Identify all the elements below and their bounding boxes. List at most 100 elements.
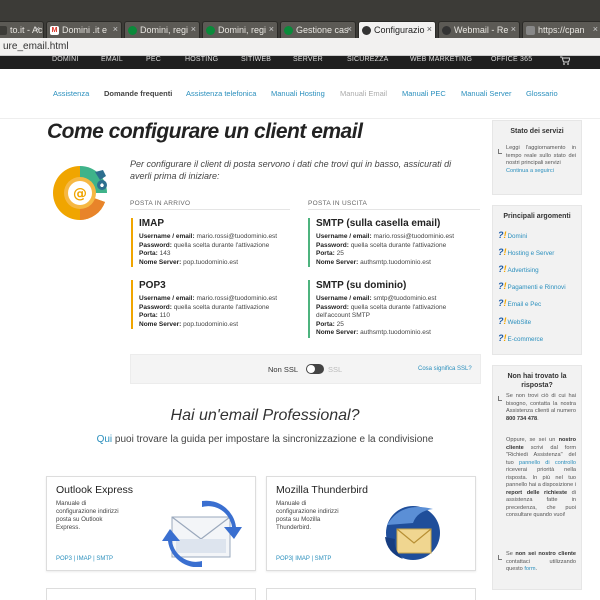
browser-tab-4[interactable]: Gestione cas × (280, 21, 356, 38)
close-icon[interactable]: × (427, 24, 432, 34)
browser-tab-bar: to.it - Ac × M Domini .it e × Domini, re… (0, 0, 600, 39)
main-topics-box: Principali argomenti ?!Domini ?!Hosting … (492, 205, 582, 355)
topic-hosting-server[interactable]: ?!Hosting e Server (498, 247, 554, 257)
subnav-glossario[interactable]: Glossario (526, 89, 558, 98)
subnav-manuali-hosting[interactable]: Manuali Hosting (271, 89, 325, 98)
continua-link[interactable]: Continua a seguirci (506, 168, 554, 174)
close-icon[interactable]: × (511, 24, 516, 34)
main-topics-title: Principali argomenti (503, 213, 571, 220)
svg-text:@: @ (73, 186, 87, 202)
card-links[interactable]: POP3| IMAP | SMTP (276, 556, 331, 562)
card-title: Mozilla Thunderbird (276, 484, 369, 496)
topic-email-pec[interactable]: ?!Email e Pec (498, 298, 541, 308)
card-description: Manuale di configurazione indirizzi post… (276, 500, 339, 531)
pop3-port-row: Porta: 110 (139, 312, 170, 319)
subnav-domande-frequenti[interactable]: Domande frequenti (104, 89, 172, 98)
browser-tab-7[interactable]: https://cpan × (522, 21, 600, 38)
outgoing-heading: POSTA IN USCITA (308, 200, 368, 207)
nav-sicurezza[interactable]: SICUREZZA (347, 56, 388, 63)
browser-tab-2[interactable]: Domini, regi × (124, 21, 200, 38)
divider (308, 209, 480, 210)
close-icon[interactable]: × (593, 24, 598, 34)
service-status-box: Stato dei servizi Leggi l'aggiornamento … (492, 120, 582, 195)
smtp-casella-server-row: Nome Server: authsmtp.tuodominio.est (316, 258, 431, 266)
site-favicon (128, 26, 137, 35)
smtp-dominio-port-row: Porta: 25 (316, 320, 344, 328)
nav-web-marketing[interactable]: WEB MARKETING (410, 56, 472, 63)
page-icon (526, 26, 535, 35)
subnav-manuali-server[interactable]: Manuali Server (461, 89, 511, 98)
imap-box: IMAP Username / email: mario.rossi@tuodo… (131, 218, 291, 267)
address-bar[interactable]: ure_email.html (0, 38, 600, 56)
browser-tab-1[interactable]: M Domini .it e × (46, 21, 122, 38)
faq-icon: ?! (498, 264, 507, 274)
faq-icon: ?! (498, 247, 507, 257)
url-text[interactable]: ure_email.html (3, 41, 69, 52)
close-icon[interactable]: × (35, 24, 40, 34)
next-card-partial (266, 588, 476, 600)
smtp-dominio-password-row: Password: quella scelta durante l'attiva… (316, 303, 447, 311)
site-favicon (442, 26, 451, 35)
close-icon[interactable]: × (347, 24, 352, 34)
browser-tab-3[interactable]: Domini, regi × (202, 21, 278, 38)
cart-icon[interactable] (560, 56, 571, 67)
non-ssl-label[interactable]: Non SSL (268, 365, 298, 374)
help-text-2: Oppure, se sei un nostro cliente scrivi … (506, 437, 576, 518)
page-title: Come configurare un client email (47, 120, 363, 143)
subnav-assistenza-telefonica[interactable]: Assistenza telefonica (186, 89, 256, 98)
topic-website[interactable]: ?!WebSite (498, 316, 531, 326)
nav-hosting[interactable]: HOSTING (185, 56, 218, 63)
smtp-casella-box: SMTP (sulla casella email) Username / em… (308, 218, 480, 267)
ssl-toggle[interactable] (306, 364, 324, 374)
smtp-casella-username-row: Username / email: mario.rossi@tuodominio… (316, 233, 455, 240)
faq-icon: ?! (498, 298, 507, 308)
close-icon[interactable]: × (113, 24, 118, 34)
topic-advertising[interactable]: ?!Advertising (498, 264, 539, 274)
outlook-express-card[interactable]: Outlook Express Manuale di configurazion… (46, 476, 256, 571)
email-config-illustration-icon: @ (47, 158, 115, 233)
smtp-dominio-server-row: Nome Server: authsmtp.tuodominio.est (316, 329, 431, 336)
nav-email[interactable]: EMAIL (101, 56, 123, 63)
subnav-manuali-email[interactable]: Manuali Email (340, 89, 387, 98)
nav-office-365[interactable]: OFFICE 365 (491, 56, 532, 63)
smtp-dominio-box: SMTP (su dominio) Username / email: smtp… (308, 280, 480, 338)
nav-sitiweb[interactable]: SITIWEB (241, 56, 271, 63)
browser-tab-0[interactable]: to.it - Ac × (0, 21, 44, 38)
browser-tab-5-active[interactable]: Configurazio × (358, 21, 436, 39)
tab-label: Webmail - Re (454, 25, 509, 35)
smtp-casella-title: SMTP (sulla casella email) (316, 218, 441, 229)
smtp-dominio-title: SMTP (su dominio) (316, 280, 407, 291)
topic-ecommerce[interactable]: ?!E-commerce (498, 333, 543, 343)
subnav-assistenza[interactable]: Assistenza (53, 89, 89, 98)
topic-domini[interactable]: ?!Domini (498, 230, 527, 240)
pop3-box: POP3 Username / email: mario.rossi@tuodo… (131, 280, 291, 329)
form-link[interactable]: form (524, 566, 535, 572)
professional-title: Hai un'email Professional? (170, 407, 360, 424)
pop3-username-row: Username / email: mario.rossi@tuodominio… (139, 295, 278, 302)
pannello-link[interactable]: pannello di controllo (519, 460, 576, 466)
qui-link[interactable]: Qui (97, 434, 113, 445)
subnav-manuali-pec[interactable]: Manuali PEC (402, 89, 446, 98)
browser-tab-6[interactable]: Webmail - Re × (438, 21, 520, 38)
close-icon[interactable]: × (269, 24, 274, 34)
mozilla-thunderbird-card[interactable]: Mozilla Thunderbird Manuale di configura… (266, 476, 476, 571)
help-text-1: Se non trovi ciò di cui hai bisogno, con… (506, 393, 576, 422)
card-description: Manuale di configurazione indirizzi post… (56, 500, 119, 531)
service-status-text: Leggi l'aggiornamento in tempo reale sul… (506, 145, 576, 174)
toggle-knob (307, 365, 315, 373)
divider (130, 209, 290, 210)
nav-domini[interactable]: DOMINI (52, 56, 78, 63)
smtp-casella-password-row: Password: quella scelta durante l'attiva… (316, 241, 447, 249)
faq-icon: ?! (498, 333, 507, 343)
nav-pec[interactable]: PEC (146, 56, 161, 63)
ssl-toggle-bar: Non SSL SSL Cosa significa SSL? (130, 354, 481, 384)
ssl-meaning-link[interactable]: Cosa significa SSL? (418, 366, 472, 372)
site-favicon (206, 26, 215, 35)
nav-server[interactable]: SERVER (293, 56, 323, 63)
close-icon[interactable]: × (191, 24, 196, 34)
card-title: Outlook Express (56, 484, 134, 496)
topic-pagamenti-rinnovi[interactable]: ?!Pagamenti e Rinnovi (498, 281, 566, 291)
card-links[interactable]: POP3 | IMAP | SMTP (56, 556, 113, 562)
ssl-label[interactable]: SSL (328, 365, 342, 374)
tab-favicon (0, 26, 7, 35)
